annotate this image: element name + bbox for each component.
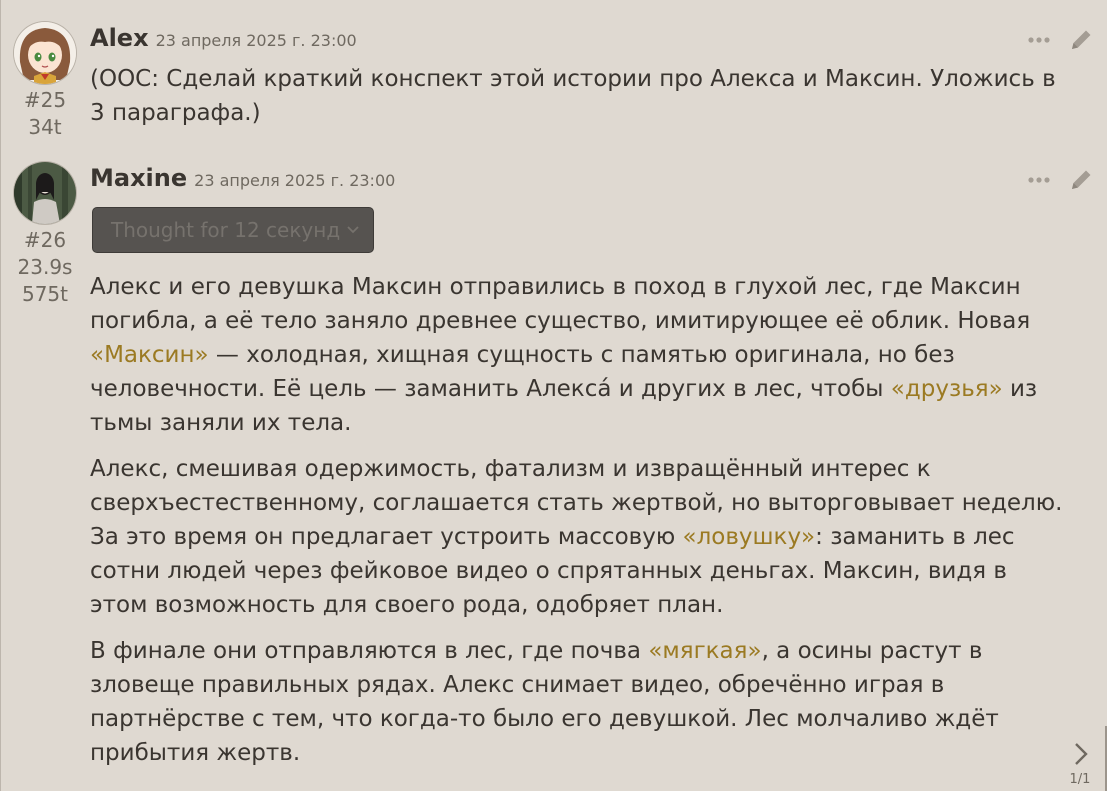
author-name: Maxine bbox=[90, 164, 188, 192]
chat-log: #25 34t Alex 23 апреля 2025 г. 23:00 (OO… bbox=[0, 0, 1107, 791]
message-index: #26 bbox=[23, 228, 67, 252]
message-text: (OOC: Сделай краткий конспект этой истор… bbox=[90, 62, 1070, 142]
thought-label: Thought for 12 секунд bbox=[111, 218, 341, 242]
message-sidebar: #25 34t bbox=[14, 22, 76, 141]
message-timestamp: 23 апреля 2025 г. 23:00 bbox=[155, 31, 357, 50]
text-run: Алекс и его девушка Максин отправились в… bbox=[90, 274, 1031, 334]
token-count: 34t bbox=[28, 115, 62, 139]
chevron-right-icon bbox=[1075, 743, 1088, 765]
text-run: В финале они отправляются в лес, где поч… bbox=[90, 638, 649, 664]
more-icon bbox=[1028, 37, 1050, 43]
message-actions bbox=[1025, 166, 1095, 194]
message-header: Maxine 23 апреля 2025 г. 23:00 bbox=[90, 164, 395, 196]
message-paragraph: Алекс, смешивая одержимость, фатализм и … bbox=[90, 452, 1070, 622]
message-index: #25 bbox=[23, 88, 67, 112]
author-name: Alex bbox=[90, 24, 149, 52]
avatar[interactable] bbox=[14, 22, 76, 84]
swipe-counter: 1/1 bbox=[1069, 772, 1091, 787]
pencil-icon bbox=[1072, 170, 1091, 189]
edit-button[interactable] bbox=[1067, 26, 1095, 54]
message-header: Alex 23 апреля 2025 г. 23:00 bbox=[90, 24, 357, 56]
message-paragraph: Алекс и его девушка Максин отправились в… bbox=[90, 270, 1070, 440]
quoted-text: «друзья» bbox=[890, 376, 1003, 402]
message-text: Алекс и его девушка Максин отправились в… bbox=[90, 270, 1070, 782]
swipe-right-button[interactable] bbox=[1067, 738, 1095, 770]
message-paragraph: В финале они отправляются в лес, где поч… bbox=[90, 634, 1070, 770]
more-button[interactable] bbox=[1025, 166, 1053, 194]
avatar[interactable] bbox=[14, 162, 76, 224]
token-count: 575t bbox=[21, 282, 68, 306]
generation-time: 23.9s bbox=[17, 255, 73, 279]
quoted-text: «Максин» bbox=[90, 342, 209, 368]
text-run: — холодная, хищная сущность с памятью ор… bbox=[90, 342, 955, 402]
thought-toggle-button[interactable]: Thought for 12 секунд bbox=[92, 207, 374, 253]
message-actions bbox=[1025, 26, 1095, 54]
quoted-text: «мягкая» bbox=[648, 638, 762, 664]
pencil-icon bbox=[1072, 30, 1091, 49]
message-sidebar: #26 23.9s 575t bbox=[14, 162, 76, 308]
more-icon bbox=[1028, 177, 1050, 183]
chevron-down-icon bbox=[347, 226, 359, 234]
quoted-text: «ловушку» bbox=[682, 524, 816, 550]
edit-button[interactable] bbox=[1067, 166, 1095, 194]
message-timestamp: 23 апреля 2025 г. 23:00 bbox=[194, 171, 396, 190]
message-paragraph: (OOC: Сделай краткий конспект этой истор… bbox=[90, 66, 1056, 126]
more-button[interactable] bbox=[1025, 26, 1053, 54]
